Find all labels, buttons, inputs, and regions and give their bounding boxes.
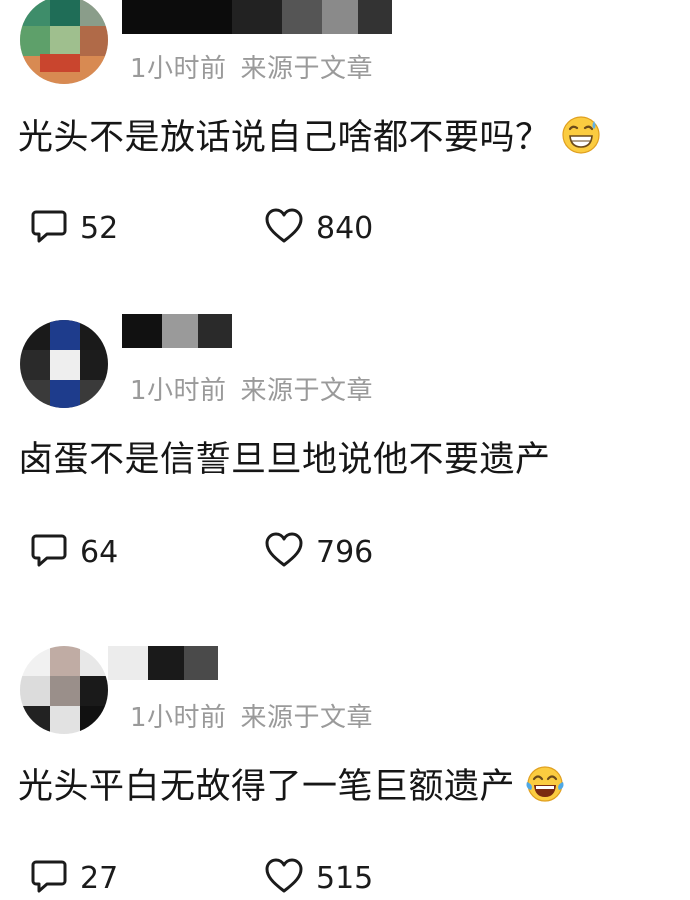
heart-outline-icon (264, 857, 304, 899)
reply-button[interactable]: 27 (30, 857, 118, 899)
username-redacted[interactable] (108, 646, 218, 680)
comment-actions: 27 515 (30, 857, 373, 899)
reply-count: 27 (80, 860, 119, 896)
comment-list: 1小时前 来源于文章 光头不是放话说自己啥都不要吗？ 52 840 1小时前 来… (0, 0, 690, 900)
comment-body: 光头平白无故得了一笔巨额遗产 (18, 767, 516, 807)
like-button[interactable]: 515 (264, 858, 373, 898)
like-count: 515 (316, 860, 374, 896)
comment-text: 光头平白无故得了一笔巨额遗产 (18, 764, 565, 815)
comment-item: 1小时前 来源于文章 光头平白无故得了一笔巨额遗产 27 515 (0, 0, 690, 900)
comment-bubble-icon (30, 857, 68, 899)
comment-time: 1小时前 (130, 703, 227, 733)
comment-source: 来源于文章 (240, 703, 374, 733)
tears-of-joy-emoji (525, 764, 565, 815)
user-avatar[interactable] (20, 646, 108, 734)
comment-meta: 1小时前 来源于文章 (130, 697, 373, 734)
